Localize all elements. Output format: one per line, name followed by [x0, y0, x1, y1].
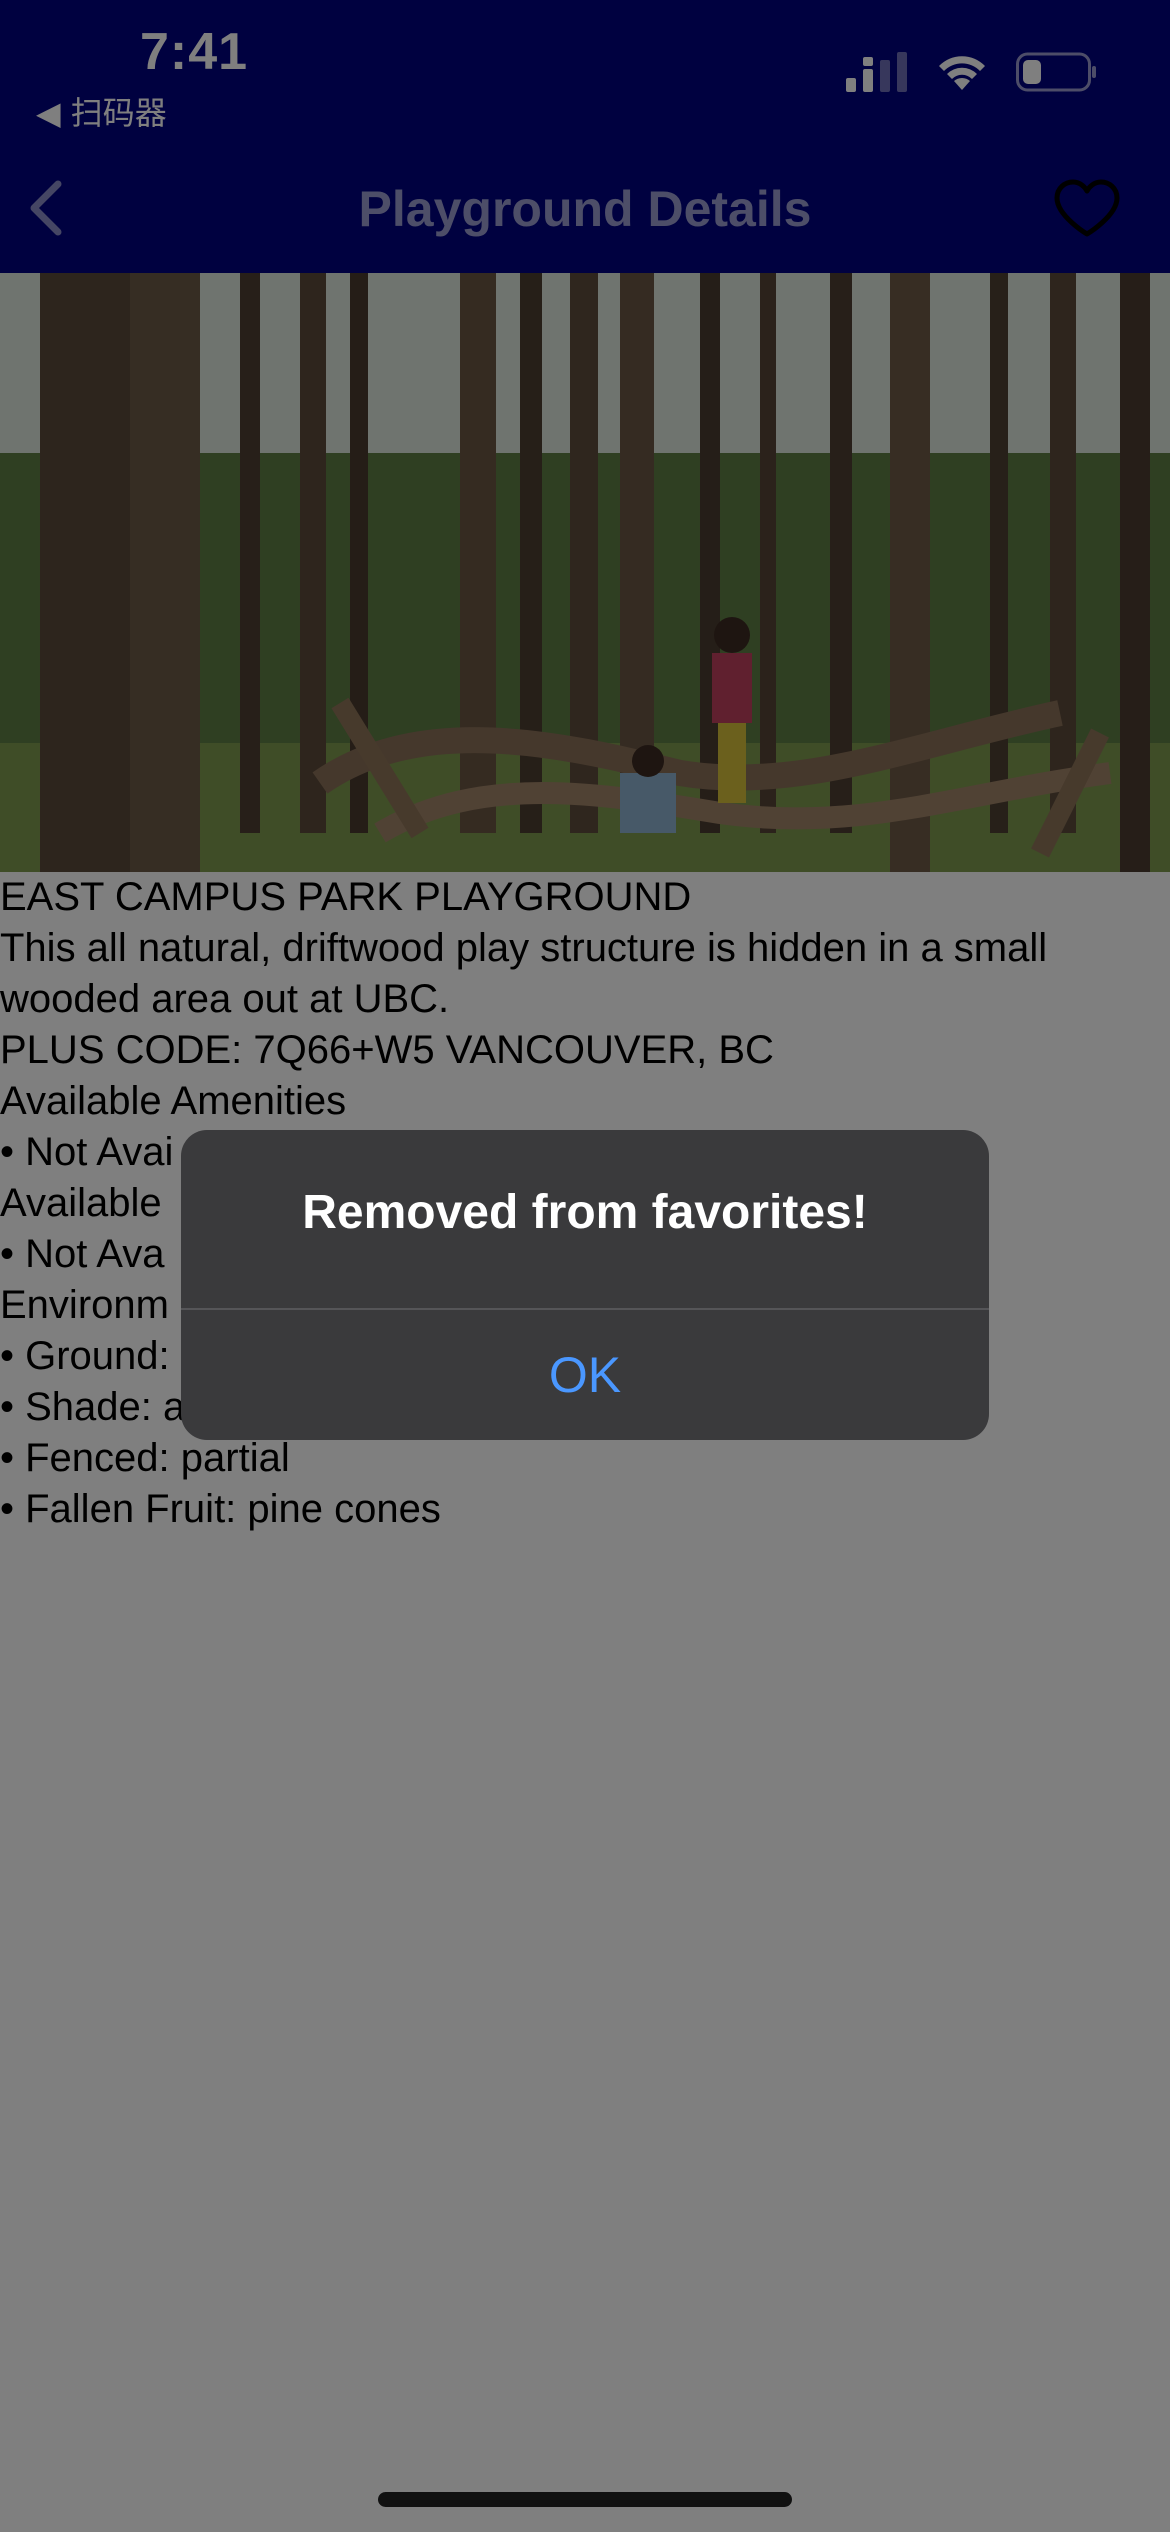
ok-button[interactable]: OK — [181, 1310, 989, 1440]
alert-message: Removed from favorites! — [302, 1186, 868, 1239]
alert-dialog: Removed from favorites! OK — [181, 1130, 989, 1440]
home-indicator[interactable] — [378, 2492, 792, 2507]
